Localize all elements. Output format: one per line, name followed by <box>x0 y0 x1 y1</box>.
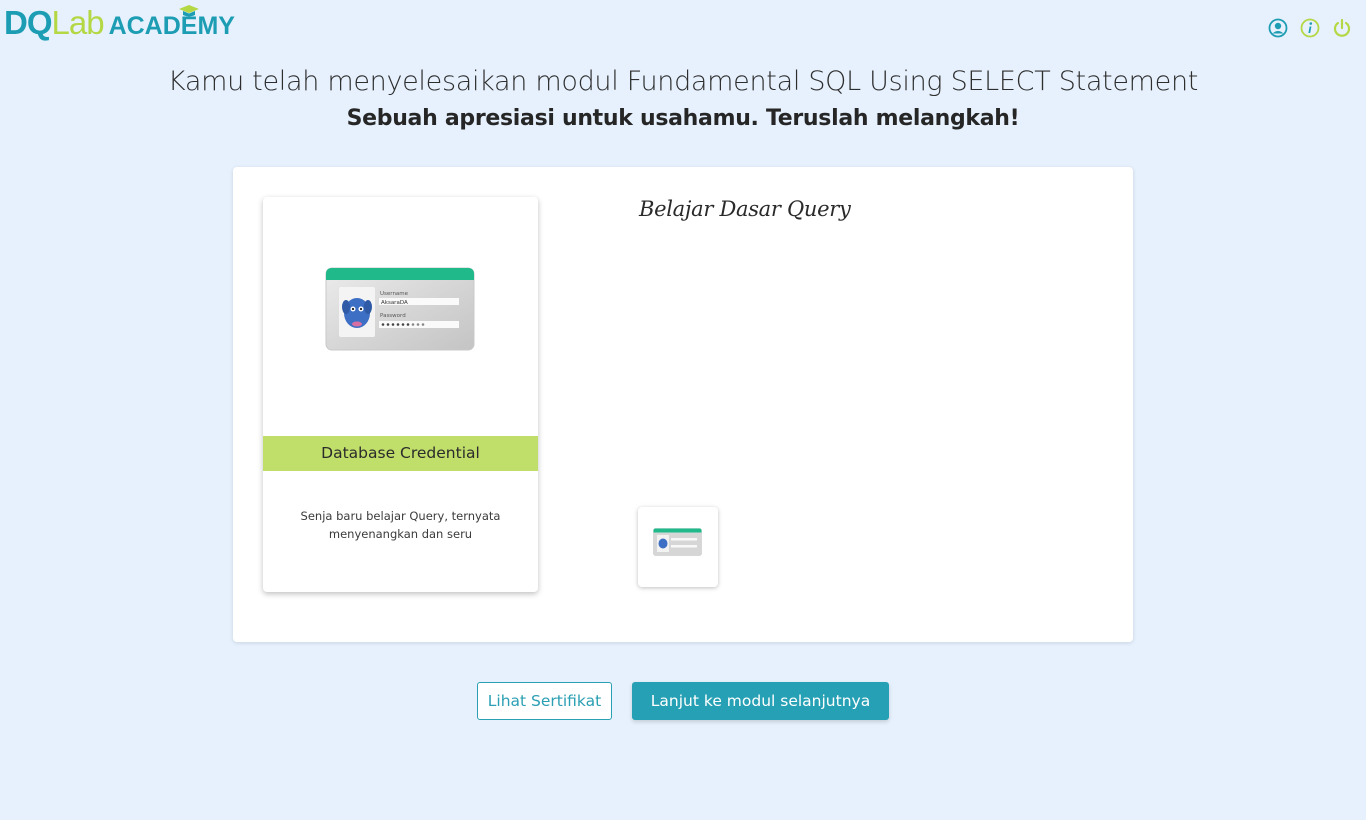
achievement-panel: Username AksaraDA Password Database Cred… <box>233 167 1133 642</box>
section-title: Belajar Dasar Query <box>639 197 851 221</box>
completion-headline: Kamu telah menyelesaikan modul Fundament… <box>167 66 1199 97</box>
credential-password-label: Password <box>380 313 406 319</box>
header-actions <box>1268 18 1352 38</box>
credential-username-value: AksaraDA <box>381 300 408 306</box>
info-icon[interactable] <box>1300 18 1320 38</box>
badge-description: Senja baru belajar Query, ternyata menye… <box>300 509 501 541</box>
view-certificate-button[interactable]: Lihat Sertifikat <box>477 682 612 720</box>
logo-academy-text: ACADEMY <box>108 5 235 41</box>
logo-dq-text: DQ <box>4 4 52 41</box>
password-dots <box>381 323 425 326</box>
badge-title: Database Credential <box>263 436 538 471</box>
logo-lab-text: Lab <box>51 4 105 41</box>
next-module-button[interactable]: Lanjut ke modul selanjutnya <box>632 682 889 720</box>
profile-icon[interactable] <box>1268 18 1288 38</box>
credential-username-label: Username <box>380 291 409 297</box>
appreciation-subheadline: Sebuah apresiasi untuk usahamu. Teruslah… <box>346 106 1020 131</box>
credential-card-thumbnail-icon <box>653 528 702 556</box>
graduation-cap-icon <box>178 5 199 17</box>
badge-card: Username AksaraDA Password Database Cred… <box>263 197 538 592</box>
logo-academy-label: ACADEMY <box>108 12 235 40</box>
power-icon[interactable] <box>1332 18 1352 38</box>
dqlab-academy-logo[interactable]: DQ Lab ACADEMY <box>4 4 235 41</box>
badge-thumbnail[interactable] <box>638 507 718 587</box>
credential-card-image: Username AksaraDA Password <box>325 267 475 351</box>
